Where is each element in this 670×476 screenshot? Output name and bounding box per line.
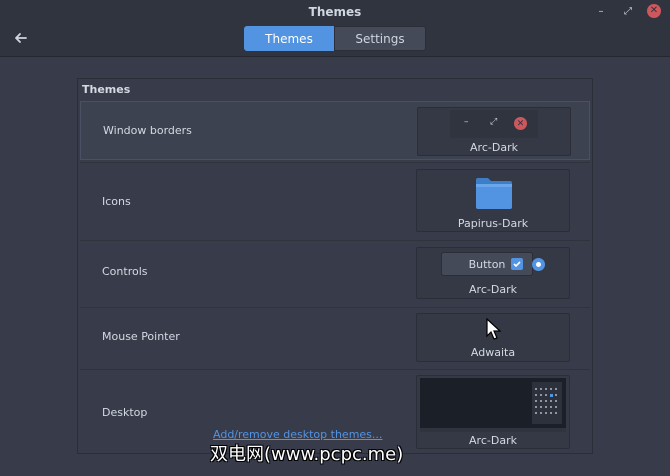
maximize-button[interactable]: ⤢ xyxy=(620,3,636,19)
minimize-icon: – xyxy=(598,5,604,17)
radio-icon xyxy=(532,258,545,271)
row-label: Mouse Pointer xyxy=(102,330,180,343)
title-bar: Themes – ⤢ ✕ Themes Settings xyxy=(0,0,670,57)
row-mouse-pointer[interactable]: Mouse Pointer Adwaita xyxy=(80,307,590,368)
maximize-icon: ⤢ xyxy=(624,5,632,17)
calendar-widget xyxy=(532,382,562,424)
window-borders-preview: – ⤢ ✕ xyxy=(450,110,538,138)
back-button[interactable] xyxy=(12,29,30,47)
desktop-preview xyxy=(420,378,566,432)
pointer-cursor-icon xyxy=(486,318,502,340)
row-label: Desktop xyxy=(102,406,148,419)
row-window-borders[interactable]: Window borders – ⤢ ✕ Arc-Dark xyxy=(80,101,590,160)
window-borders-value: Arc-Dark xyxy=(470,141,518,154)
minimize-icon: – xyxy=(464,117,469,127)
panel-title: Themes xyxy=(82,83,131,96)
row-icons[interactable]: Icons Papirus-Dark xyxy=(80,162,590,239)
mouse-pointer-value: Adwaita xyxy=(470,346,516,359)
desktop-selector[interactable]: Arc-Dark xyxy=(416,375,570,449)
window-borders-selector[interactable]: – ⤢ ✕ Arc-Dark xyxy=(417,107,571,156)
row-controls[interactable]: Controls Button Arc-Dark xyxy=(80,240,590,306)
close-icon: ✕ xyxy=(514,117,527,130)
icons-selector[interactable]: Papirus-Dark xyxy=(416,169,570,232)
controls-selector[interactable]: Button Arc-Dark xyxy=(416,247,570,299)
mouse-pointer-selector[interactable]: Adwaita xyxy=(416,313,570,362)
themes-panel: Themes Window borders – ⤢ ✕ Arc-Dark Ico… xyxy=(77,78,593,454)
checkbox-icon xyxy=(511,258,523,270)
maximize-icon: ⤢ xyxy=(490,117,498,127)
controls-value: Arc-Dark xyxy=(469,283,517,296)
watermark: 双电网(www.pcpc.me) xyxy=(210,444,404,465)
tab-themes[interactable]: Themes xyxy=(244,26,334,51)
row-label: Controls xyxy=(102,265,148,278)
view-switcher: Themes Settings xyxy=(244,26,426,51)
row-label: Window borders xyxy=(103,124,192,137)
desktop-value: Arc-Dark xyxy=(469,434,517,447)
taskbar xyxy=(420,428,566,432)
row-label: Icons xyxy=(102,195,131,208)
tab-settings[interactable]: Settings xyxy=(334,26,426,51)
minimize-button[interactable]: – xyxy=(593,3,609,19)
close-icon: ✕ xyxy=(647,4,661,18)
close-button[interactable]: ✕ xyxy=(646,3,662,19)
arrow-left-icon xyxy=(15,33,27,43)
folder-icon xyxy=(476,178,512,209)
icons-value: Papirus-Dark xyxy=(457,217,529,230)
window-title: Themes xyxy=(308,5,362,19)
